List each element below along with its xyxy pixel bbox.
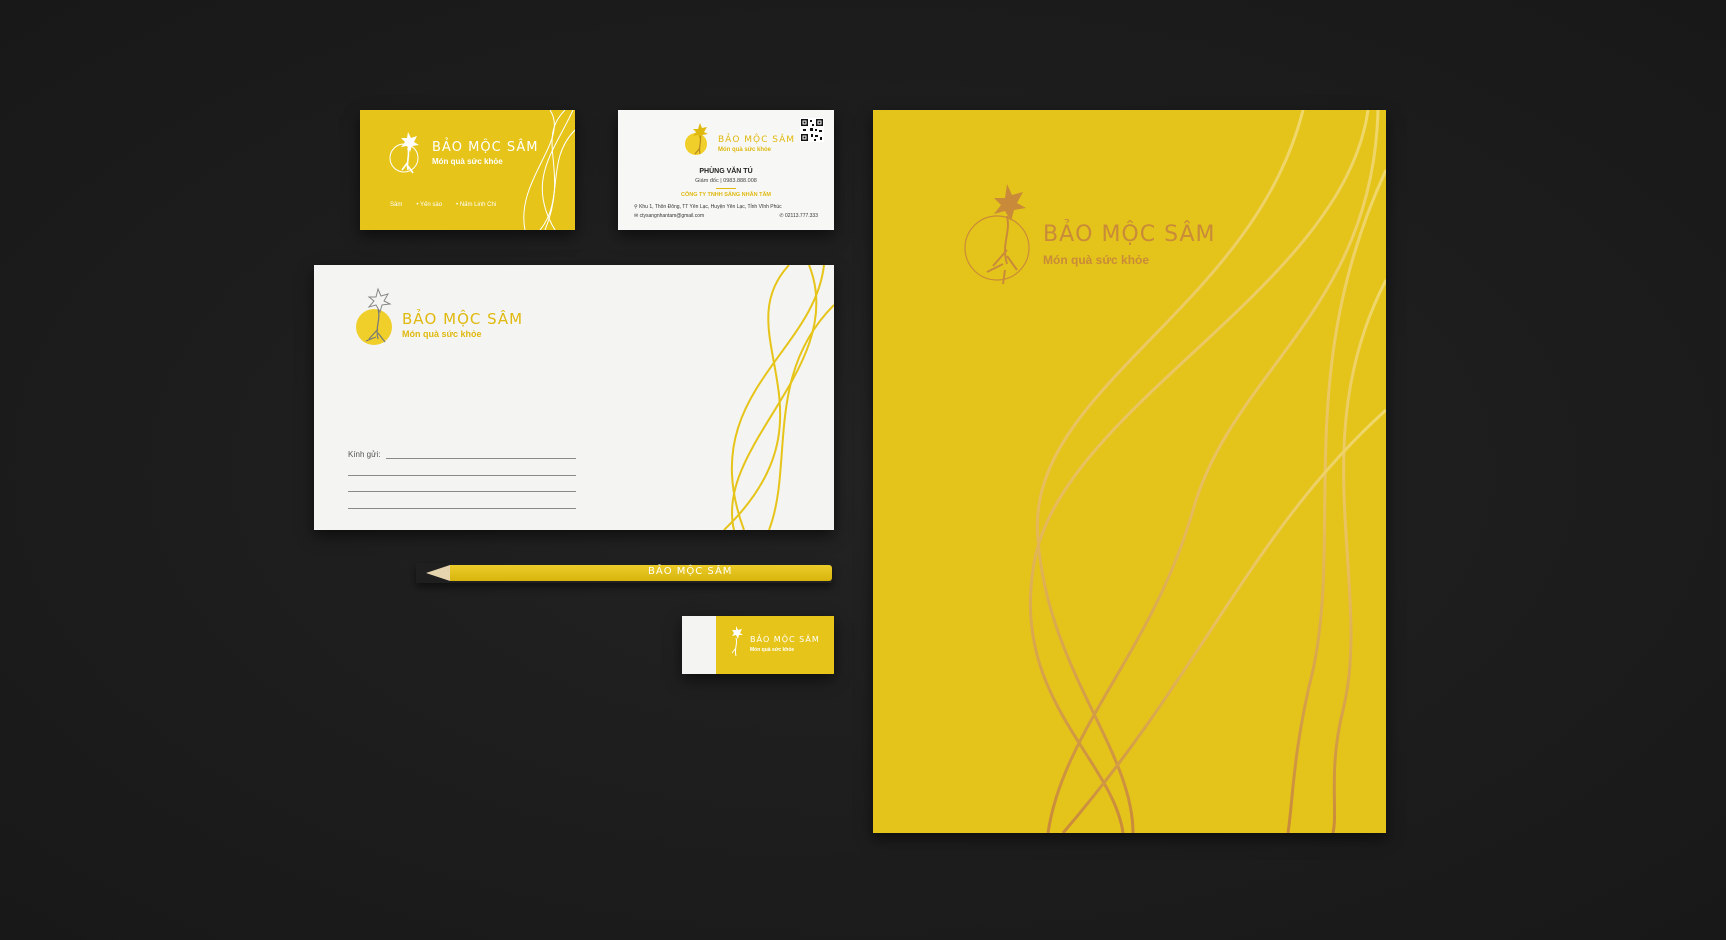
- pencil-tip: [426, 565, 450, 581]
- wave-decoration: [523, 110, 575, 230]
- brand-tagline: Món quà sức khỏe: [432, 157, 503, 166]
- address-line: [348, 491, 576, 492]
- brand-name: BẢO MỘC SÂM: [1043, 222, 1216, 247]
- brand-name: BẢO MỘC SÂM: [718, 135, 796, 145]
- envelope: BẢO MỘC SÂM Món quà sức khỏe Kính gửi:: [314, 265, 834, 530]
- brand-name: BẢO MỘC SÂM: [402, 310, 524, 328]
- product-item: Sâm: [390, 202, 403, 208]
- brand-tagline: Món quà sức khỏe: [402, 329, 482, 339]
- person-name: PHÙNG VĂN TÚ: [699, 168, 753, 175]
- address-line: ⚲ Khu 1, Thôn Đông, TT Yên Lạc, Huyện Yê…: [634, 204, 782, 210]
- pencil-body: [450, 565, 832, 581]
- wave-decoration: [723, 265, 834, 530]
- qr-code-icon: [800, 118, 824, 142]
- ginseng-logo-icon: [964, 184, 1030, 285]
- business-card-back: BẢO MỘC SÂM Món quà sức khỏe PHÙNG VĂN T…: [618, 110, 834, 230]
- pencil: BẢO MỘC SÂM: [416, 563, 832, 583]
- divider: [716, 188, 736, 189]
- email-text: ctysangnhantam@gmail.com: [639, 213, 705, 219]
- address-line: [348, 508, 576, 509]
- product-item: Nấm Linh Chi: [456, 202, 496, 208]
- business-card-front: BẢO MỘC SÂM Món quà sức khỏe Sâm Yến sào…: [360, 110, 575, 230]
- brand-tagline: Món quà sức khỏe: [1043, 253, 1150, 267]
- product-list: Sâm Yến sào Nấm Linh Chi: [390, 202, 496, 208]
- address-line: [348, 475, 576, 476]
- email-line: ✉ ctysangnhantam@gmail.com: [634, 213, 704, 219]
- ginseng-logo-icon: [356, 287, 392, 345]
- brand-name: BẢO MỘC SÂM: [750, 635, 820, 644]
- product-item: Yến sào: [416, 202, 442, 208]
- address-text: Khu 1, Thôn Đông, TT Yên Lạc, Huyện Yên …: [639, 204, 782, 210]
- brand-tagline: Món quà sức khỏe: [750, 647, 795, 653]
- brand-name: BẢO MỘC SÂM: [648, 566, 733, 577]
- ginseng-logo-icon: [731, 626, 743, 657]
- brand-tagline: Món quà sức khỏe: [718, 147, 772, 153]
- phone-line: ✆ 02113.777.333: [779, 213, 818, 219]
- eraser: BẢO MỘC SÂM Món quà sức khỏe: [682, 616, 834, 674]
- recipient-label: Kính gửi:: [348, 450, 381, 459]
- ginseng-logo-icon: [389, 132, 419, 174]
- person-role: Giám đốc | 0983.888.008: [695, 178, 757, 184]
- phone-text: 02113.777.333: [785, 213, 818, 219]
- wave-decoration: [1028, 110, 1386, 833]
- ginseng-logo-icon: [685, 123, 708, 155]
- company-name: CÔNG TY TNHH SÁNG NHÂN TÂM: [680, 192, 772, 198]
- presentation-folder: BẢO MỘC SÂM Món quà sức khỏe: [873, 110, 1386, 833]
- address-line: [386, 458, 576, 459]
